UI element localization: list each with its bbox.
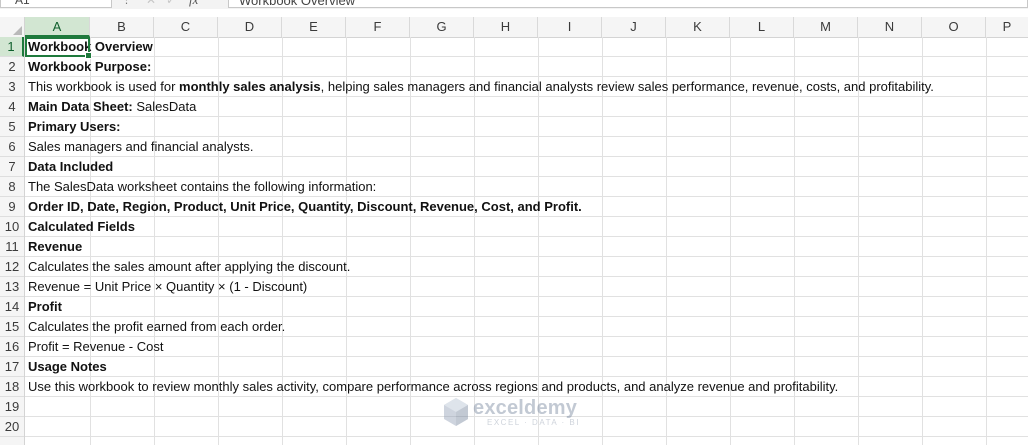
column-header-k[interactable]: K — [666, 17, 730, 37]
cell-a6[interactable]: Sales managers and financial analysts. — [28, 137, 253, 157]
row-header-6[interactable]: 6 — [0, 137, 24, 157]
formula-input[interactable]: Workbook Overview — [228, 0, 1028, 8]
row-header-11[interactable]: 11 — [0, 237, 24, 257]
cell-a16[interactable]: Profit = Revenue - Cost — [28, 337, 163, 357]
cell-a15[interactable]: Calculates the profit earned from each o… — [28, 317, 285, 337]
cell-a3-text-start: This workbook is used for — [28, 79, 180, 94]
enter-icon[interactable]: ✓ — [166, 0, 176, 8]
row-header-17[interactable]: 17 — [0, 357, 24, 377]
row-header-1[interactable]: 1 — [0, 37, 24, 57]
cell-a7[interactable]: Data Included — [28, 157, 113, 177]
column-header-f[interactable]: F — [346, 17, 410, 37]
column-header-p[interactable]: P — [986, 17, 1028, 37]
worksheet-grid[interactable]: Workbook Overview Workbook Purpose: This… — [25, 37, 1028, 445]
watermark-brand: exceldemy — [473, 397, 578, 419]
row-header-2[interactable]: 2 — [0, 57, 24, 77]
cell-a13[interactable]: Revenue = Unit Price × Quantity × (1 - D… — [28, 277, 307, 297]
row-header-3[interactable]: 3 — [0, 77, 24, 97]
select-all-icon — [13, 26, 22, 35]
row-header-7[interactable]: 7 — [0, 157, 24, 177]
cell-a2[interactable]: Workbook Purpose: — [28, 57, 151, 77]
cell-a14[interactable]: Profit — [28, 297, 62, 317]
cell-a9[interactable]: Order ID, Date, Region, Product, Unit Pr… — [28, 197, 582, 217]
row-header-13[interactable]: 13 — [0, 277, 24, 297]
cell-a18[interactable]: Use this workbook to review monthly sale… — [28, 377, 838, 397]
watermark: exceldemy EXCEL · DATA · BI — [441, 396, 601, 430]
cell-a4-value: SalesData — [132, 99, 197, 114]
cancel-icon[interactable]: ✕ — [146, 0, 156, 8]
column-header-d[interactable]: D — [218, 17, 282, 37]
cell-a10[interactable]: Calculated Fields — [28, 217, 135, 237]
cell-a11[interactable]: Revenue — [28, 237, 82, 257]
name-box[interactable]: A1 — [0, 0, 112, 8]
column-header-h[interactable]: H — [474, 17, 538, 37]
cell-a4[interactable]: Main Data Sheet: SalesData — [28, 97, 196, 117]
watermark-tagline: EXCEL · DATA · BI — [487, 418, 580, 427]
formula-bar: A1 ⋮ ✕ ✓ fx Workbook Overview — [0, 0, 1028, 9]
column-header-n[interactable]: N — [858, 17, 922, 37]
formula-bar-separator-icon: ⋮ — [121, 0, 132, 6]
row-headers: 1 2 3 4 5 6 7 8 9 10 11 12 13 14 15 16 1… — [0, 37, 25, 445]
cell-a5[interactable]: Primary Users: — [28, 117, 121, 137]
cell-a3[interactable]: This workbook is used for monthly sales … — [28, 77, 934, 97]
column-header-o[interactable]: O — [922, 17, 986, 37]
row-header-18[interactable]: 18 — [0, 377, 24, 397]
row-header-20[interactable]: 20 — [0, 417, 24, 437]
insert-function-icon[interactable]: fx — [189, 0, 198, 7]
column-header-g[interactable]: G — [410, 17, 474, 37]
cell-a3-text-bold: monthly sales analysis — [179, 79, 321, 94]
cell-a4-label: Main Data Sheet: — [28, 99, 133, 114]
row-header-4[interactable]: 4 — [0, 97, 24, 117]
row-header-16[interactable]: 16 — [0, 337, 24, 357]
column-header-i[interactable]: I — [538, 17, 602, 37]
column-header-l[interactable]: L — [730, 17, 794, 37]
exceldemy-logo-icon — [444, 398, 468, 426]
column-headers: A B C D E F G H I J K L M N O P — [0, 17, 1028, 38]
column-header-j[interactable]: J — [602, 17, 666, 37]
cell-a3-text-end: , helping sales managers and financial a… — [320, 79, 934, 94]
cell-a17[interactable]: Usage Notes — [28, 357, 107, 377]
row-header-10[interactable]: 10 — [0, 217, 24, 237]
row-header-8[interactable]: 8 — [0, 177, 24, 197]
cell-a12[interactable]: Calculates the sales amount after applyi… — [28, 257, 350, 277]
column-header-e[interactable]: E — [282, 17, 346, 37]
row-header-19[interactable]: 19 — [0, 397, 24, 417]
column-header-m[interactable]: M — [794, 17, 858, 37]
column-header-b[interactable]: B — [90, 17, 154, 37]
column-header-c[interactable]: C — [154, 17, 218, 37]
select-all-button[interactable] — [0, 17, 25, 37]
cell-a1[interactable]: Workbook Overview — [28, 37, 153, 57]
row-header-14[interactable]: 14 — [0, 297, 24, 317]
row-header-15[interactable]: 15 — [0, 317, 24, 337]
row-header-12[interactable]: 12 — [0, 257, 24, 277]
row-header-9[interactable]: 9 — [0, 197, 24, 217]
cell-a8[interactable]: The SalesData worksheet contains the fol… — [28, 177, 376, 197]
row-header-5[interactable]: 5 — [0, 117, 24, 137]
column-header-a[interactable]: A — [25, 17, 90, 37]
